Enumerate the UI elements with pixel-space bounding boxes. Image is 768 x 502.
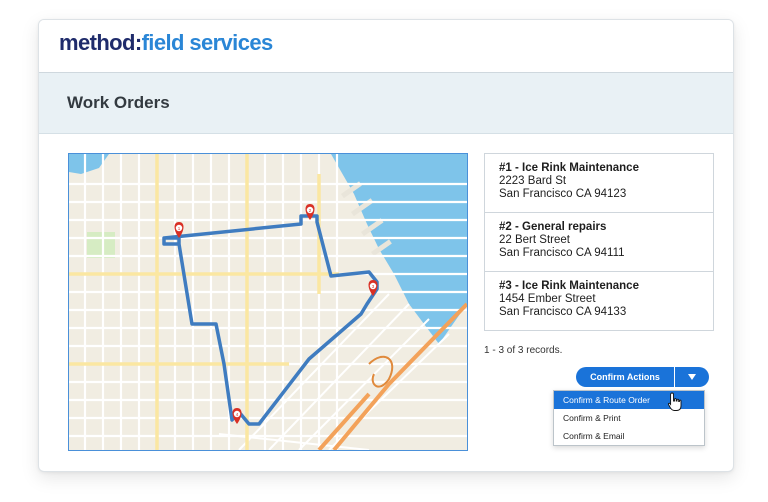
work-order-street: 1454 Ember Street — [499, 293, 596, 305]
app-card: method:field services Work Orders 1 2 3 … — [38, 19, 734, 472]
confirm-actions-button[interactable]: Confirm Actions — [576, 367, 675, 387]
map-canvas: 1 2 3 4 — [69, 154, 467, 450]
work-order-item[interactable]: #2 - General repairs 22 Bert Street San … — [485, 213, 713, 272]
page-title-bar: Work Orders — [39, 73, 733, 134]
work-order-street: 22 Bert Street — [499, 234, 570, 246]
page-title: Work Orders — [67, 93, 170, 112]
work-order-name: #1 - Ice Rink Maintenance — [499, 162, 639, 174]
confirm-actions-dropdown-toggle[interactable] — [675, 367, 709, 387]
hand-pointer-icon — [667, 392, 683, 417]
work-order-name: #2 - General repairs — [499, 221, 607, 233]
work-order-item[interactable]: #1 - Ice Rink Maintenance 2223 Bard St S… — [485, 154, 713, 213]
records-count: 1 - 3 of 3 records. — [484, 345, 563, 356]
route-map[interactable]: 1 2 3 4 — [68, 153, 468, 451]
brand-logo[interactable]: method:field services — [59, 30, 273, 56]
app-header: method:field services — [39, 20, 733, 73]
work-order-street: 2223 Bard St — [499, 175, 567, 187]
menu-item-confirm-email[interactable]: Confirm & Email — [554, 427, 704, 445]
caret-down-icon — [688, 374, 696, 380]
work-order-city: San Francisco CA 94123 — [499, 188, 627, 200]
work-order-name: #3 - Ice Rink Maintenance — [499, 280, 639, 292]
park-area — [87, 232, 115, 258]
work-order-city: San Francisco CA 94111 — [499, 247, 625, 259]
work-order-city: San Francisco CA 94133 — [499, 306, 627, 318]
confirm-actions-split-button: Confirm Actions — [576, 367, 709, 387]
work-order-item[interactable]: #3 - Ice Rink Maintenance 1454 Ember Str… — [485, 272, 713, 330]
brand-logo-part1: method: — [59, 30, 142, 55]
brand-logo-part2: field services — [141, 30, 274, 55]
work-order-list: #1 - Ice Rink Maintenance 2223 Bard St S… — [484, 153, 714, 331]
